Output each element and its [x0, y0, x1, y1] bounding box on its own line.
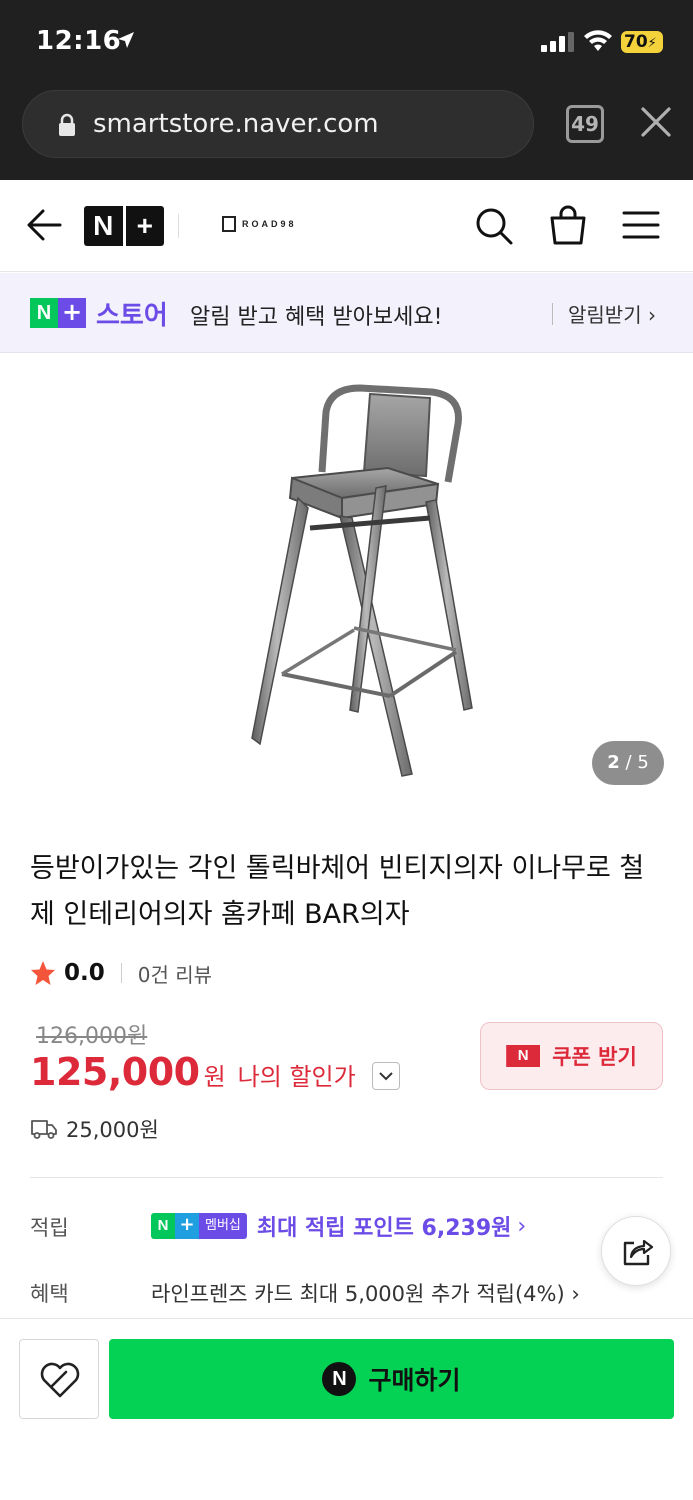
- points-row[interactable]: N + 멤버십 최대 적립 포인트 6,239원 ›: [151, 1212, 527, 1241]
- header-divider: [178, 214, 179, 238]
- chevron-down-icon: [379, 1072, 393, 1081]
- hamburger-menu-icon[interactable]: [622, 210, 660, 240]
- shipping-fee: 25,000원: [66, 1118, 159, 1142]
- review-count[interactable]: 0건 리뷰: [138, 959, 212, 988]
- naver-plus-logo[interactable]: N +: [84, 206, 164, 246]
- wifi-icon: [584, 30, 612, 51]
- url-bar[interactable]: smartstore.naver.com: [22, 90, 534, 158]
- coupon-label: 쿠폰 받기: [552, 1045, 637, 1069]
- section-divider: [30, 1177, 663, 1178]
- product-title: 등받이가있는 각인 톨릭바체어 빈티지의자 이나무로 철제 인테리어의자 홈카페…: [30, 853, 645, 930]
- buy-label: 구매하기: [368, 1366, 461, 1395]
- wishlist-button[interactable]: [19, 1339, 99, 1419]
- membership-plus: +: [175, 1213, 199, 1239]
- original-price: 126,000원: [36, 1024, 148, 1049]
- benefit-label: 혜택: [30, 1282, 69, 1306]
- lock-icon: [59, 113, 75, 136]
- naver-plus-badge: N +: [30, 298, 86, 328]
- membership-n: N: [151, 1213, 175, 1239]
- banner-message: 알림 받고 혜택 받아보세요!: [190, 305, 443, 330]
- browser-chrome: 12:16 70⚡ smartstore.naver.com 49: [0, 0, 693, 180]
- image-current: 2: [607, 752, 620, 773]
- buy-badge-icon: N: [322, 1362, 357, 1396]
- alert-banner[interactable]: N + 스토어 알림 받고 혜택 받아보세요! 알림받기 ›: [0, 273, 693, 353]
- max-points-text: 최대 적립 포인트 6,239원: [256, 1216, 512, 1241]
- points-label: 적립: [30, 1216, 69, 1240]
- shopping-bag-icon[interactable]: [548, 204, 588, 246]
- star-icon: [31, 961, 55, 985]
- product-image[interactable]: [200, 372, 490, 782]
- image-separator: /: [625, 752, 632, 773]
- subscribe-alert-button[interactable]: 알림받기 ›: [568, 299, 656, 328]
- my-discount-label: 나의 할인가: [237, 1063, 356, 1091]
- card-benefit-link[interactable]: 라인프렌즈 카드 최대 5,000원 추가 적립(4%) ›: [151, 1278, 580, 1308]
- banner-divider: [552, 303, 553, 325]
- battery-level: 70: [624, 32, 648, 52]
- membership-badge: N + 멤버십: [151, 1213, 247, 1239]
- rating-row[interactable]: 0.0 0건 리뷰: [30, 958, 212, 988]
- badge-plus: +: [58, 298, 86, 328]
- rating-divider: [120, 963, 122, 983]
- brand-logo[interactable]: ROAD98: [222, 216, 297, 232]
- bottom-action-bar: N 구매하기: [0, 1318, 693, 1500]
- truck-icon: [31, 1120, 57, 1139]
- location-arrow-icon: [118, 32, 134, 48]
- share-button[interactable]: [601, 1216, 671, 1286]
- brand-mark-icon: [222, 216, 236, 232]
- search-icon[interactable]: [474, 206, 514, 246]
- price-row: 125,000 원 나의 할인가: [30, 1050, 356, 1094]
- image-total: 5: [637, 752, 649, 773]
- back-arrow-icon[interactable]: [26, 208, 62, 242]
- coupon-button[interactable]: N 쿠폰 받기: [480, 1022, 663, 1090]
- badge-n: N: [30, 298, 58, 328]
- price-unit: 원: [203, 1063, 226, 1091]
- logo-n: N: [93, 210, 114, 241]
- banner-store-label: 스토어: [96, 301, 168, 331]
- tabs-button[interactable]: 49: [566, 105, 604, 143]
- rating-value: 0.0: [64, 960, 105, 986]
- membership-label: 멤버십: [199, 1213, 247, 1239]
- status-time: 12:16: [36, 26, 122, 56]
- discount-expand-button[interactable]: [372, 1062, 400, 1090]
- close-icon[interactable]: [640, 106, 672, 138]
- sale-price: 125,000: [30, 1050, 200, 1094]
- signal-icon: [541, 32, 574, 52]
- store-header: N + ROAD98: [0, 180, 693, 272]
- brand-name: ROAD98: [242, 219, 297, 229]
- coupon-badge: N: [506, 1045, 541, 1067]
- url-text: smartstore.naver.com: [93, 109, 379, 139]
- logo-plus: +: [122, 206, 165, 246]
- chevron-right-icon: ›: [517, 1213, 527, 1239]
- image-counter: 2 / 5: [592, 741, 664, 785]
- shipping-row: 25,000원: [30, 1114, 159, 1144]
- heart-icon: [40, 1362, 80, 1398]
- share-icon: [623, 1239, 654, 1266]
- battery-icon: 70⚡: [621, 31, 663, 53]
- buy-button[interactable]: N 구매하기: [109, 1339, 674, 1419]
